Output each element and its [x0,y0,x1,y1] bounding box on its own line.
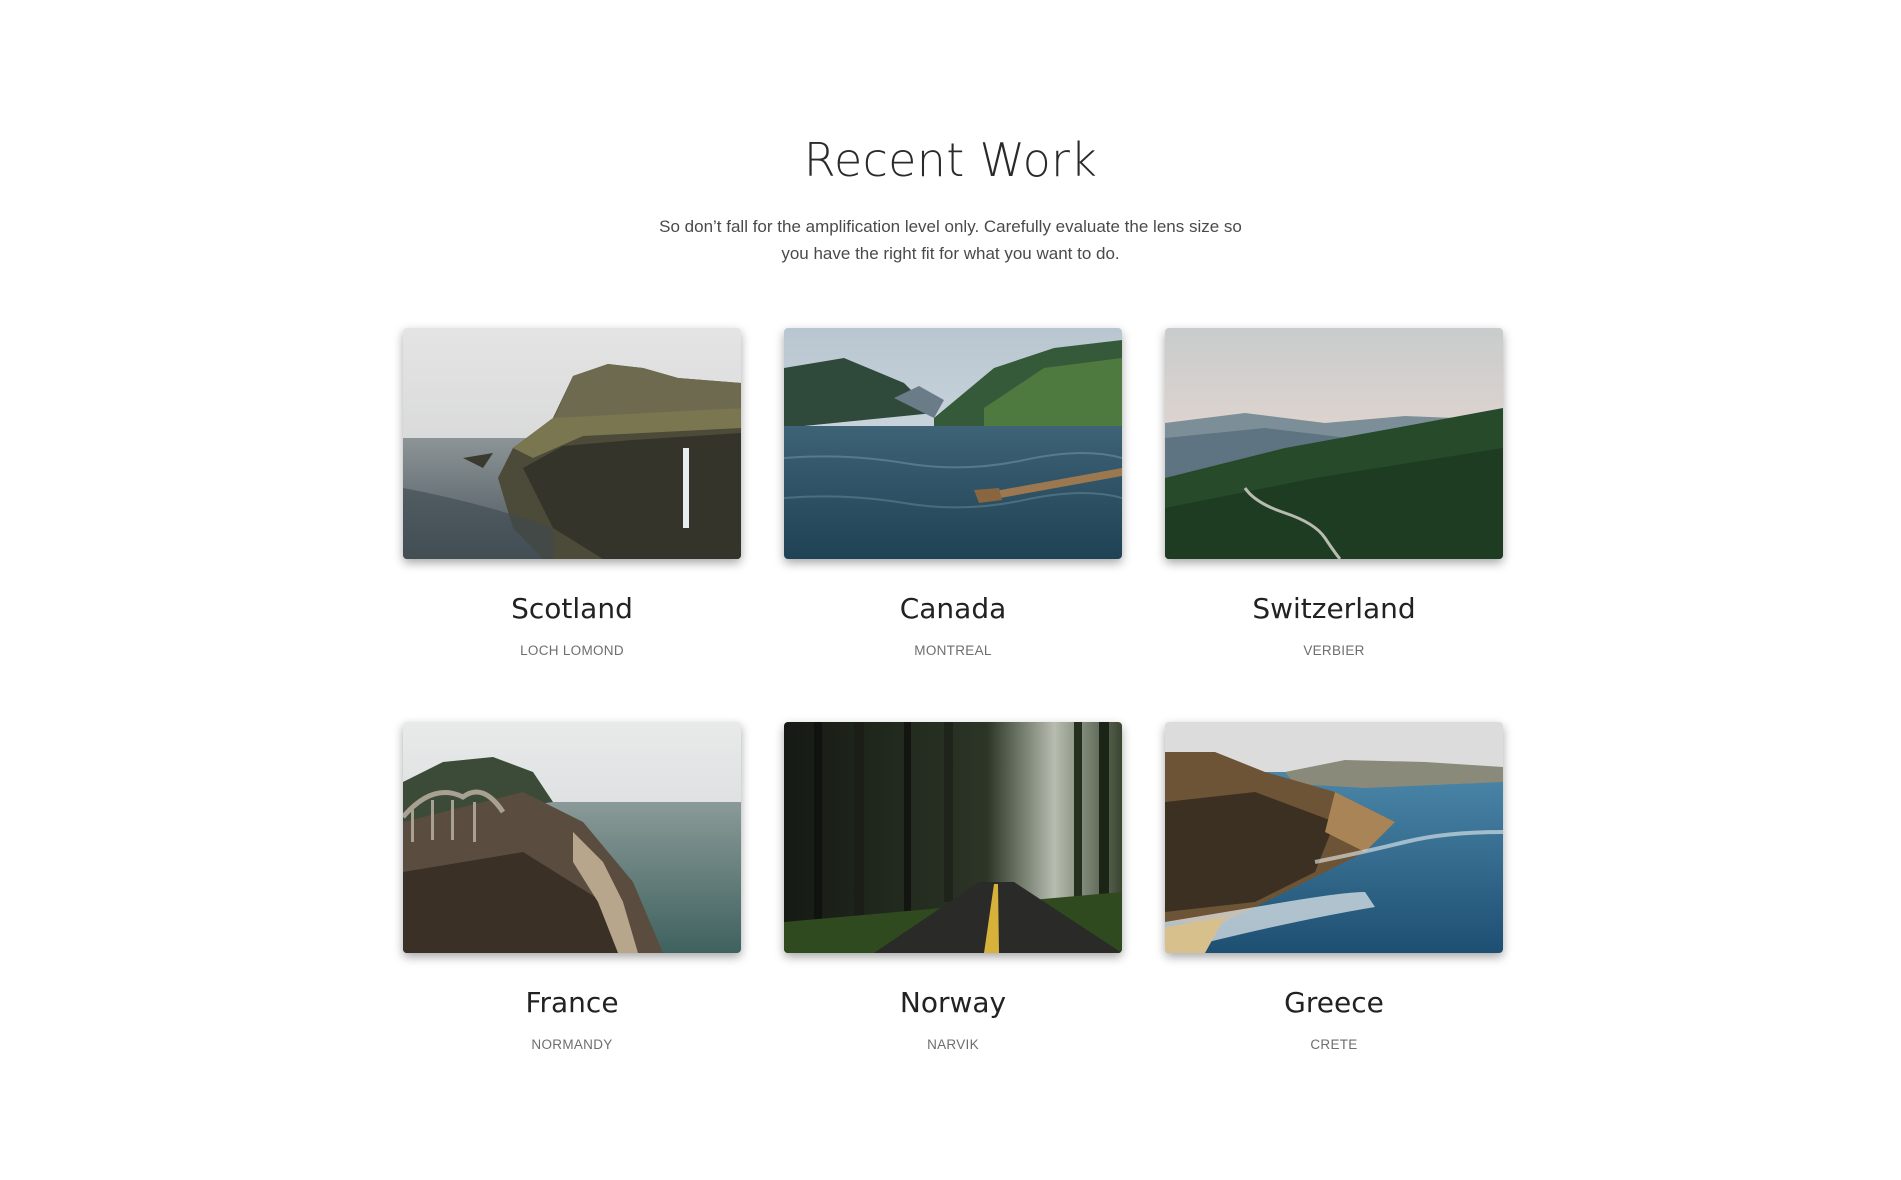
project-image[interactable] [1165,328,1503,559]
project-card[interactable]: Switzerland VERBIER [1165,328,1503,722]
section-description: So don’t fall for the amplification leve… [659,217,1242,263]
project-location: CRETE [1310,1037,1358,1052]
project-card[interactable]: Greece CRETE [1165,722,1503,1116]
project-title[interactable]: Greece [1165,986,1503,1019]
project-image[interactable] [784,328,1122,559]
project-location: VERBIER [1303,643,1365,658]
project-card[interactable]: Canada MONTREAL [784,328,1122,722]
project-image[interactable] [784,722,1122,953]
project-title[interactable]: France [403,986,741,1019]
project-card[interactable]: Norway NARVIK [784,722,1122,1116]
project-grid: Scotland LOCH LOMOND Canada MONTREAL Swi… [403,328,1504,1116]
project-location: MONTREAL [914,643,992,658]
project-location: NORMANDY [531,1037,613,1052]
project-location: LOCH LOMOND [520,643,624,658]
project-image[interactable] [403,722,741,953]
project-image[interactable] [403,328,741,559]
project-title[interactable]: Scotland [403,592,741,625]
recent-work-section: Recent Work So don’t fall for the amplif… [0,0,1901,1180]
project-title[interactable]: Switzerland [1165,592,1503,625]
project-image[interactable] [1165,722,1503,953]
project-card[interactable]: Scotland LOCH LOMOND [403,328,741,722]
project-title[interactable]: Canada [784,592,1122,625]
section-title: Recent Work [803,133,1098,187]
project-location: NARVIK [927,1037,979,1052]
project-card[interactable]: France NORMANDY [403,722,741,1116]
project-title[interactable]: Norway [784,986,1122,1019]
